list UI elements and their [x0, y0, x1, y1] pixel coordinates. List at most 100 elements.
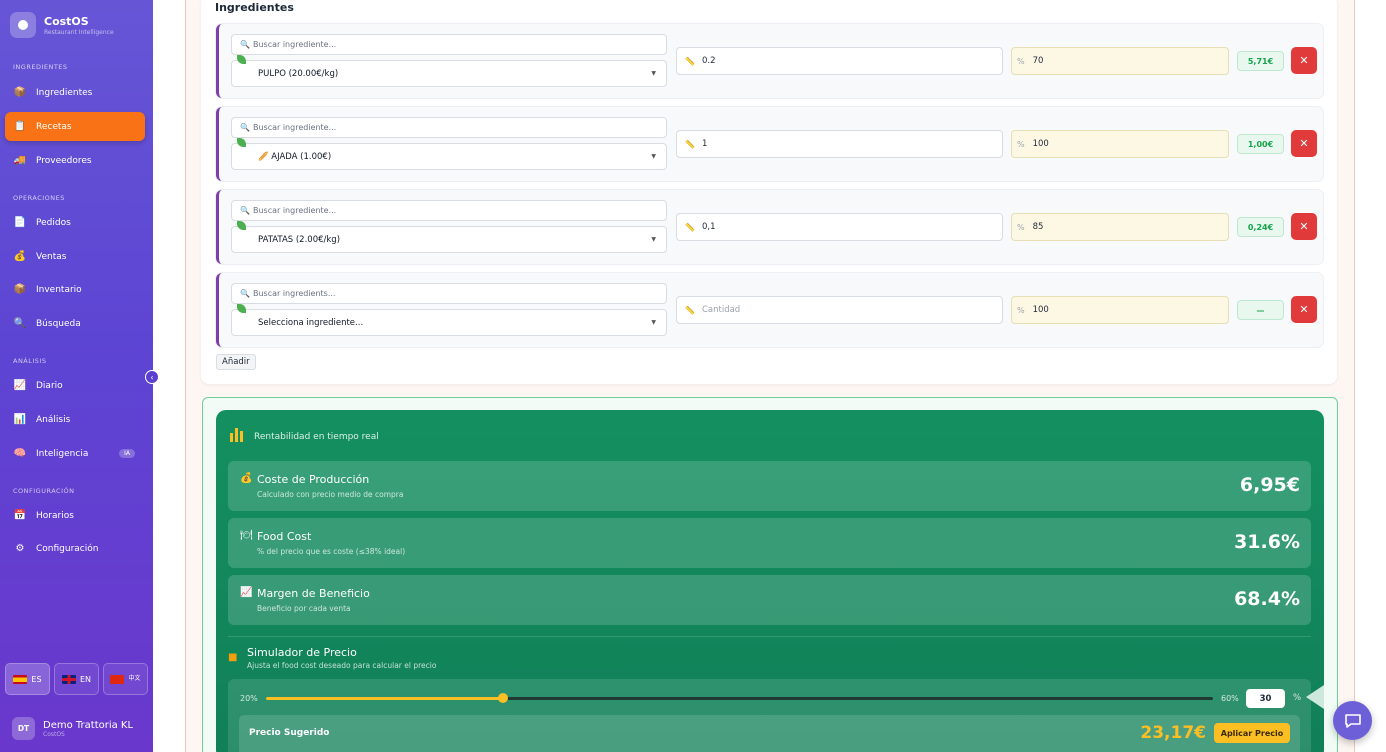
metric-label: Food Cost	[257, 530, 312, 543]
metric-value: 6,95€	[1239, 474, 1300, 496]
chat-bubble-icon	[1344, 713, 1361, 728]
ingredient-select[interactable]: Selecciona ingrediente... ▼	[231, 309, 667, 336]
ingredient-select[interactable]: PULPO (20.00€/kg) ▼	[231, 60, 667, 87]
metric-label: Margen de Beneficio	[257, 587, 370, 600]
sidebar-item-label: Pedidos	[36, 217, 71, 228]
quantity-value: 0,1	[701, 222, 716, 232]
quantity-value: 0.2	[701, 56, 716, 66]
quantity-input[interactable]: 📏 0,1	[676, 213, 1003, 241]
lang-es-button[interactable]: ES	[5, 663, 50, 695]
sidebar-item-label: Inventario	[36, 284, 82, 295]
collapse-sidebar-button[interactable]: ‹	[145, 370, 159, 384]
user-profile[interactable]: DT Demo Trattoria KL CostOS	[12, 717, 133, 740]
bar-chart-icon	[230, 426, 246, 442]
section-title-ingredientes: INGREDIENTES	[13, 63, 68, 71]
lang-zh-button[interactable]: 中文	[103, 663, 148, 695]
avatar: DT	[12, 717, 35, 740]
sidebar-item-recetas[interactable]: 📋 Recetas	[5, 112, 145, 141]
yield-percent-input[interactable]: % 70	[1011, 47, 1229, 75]
yield-percent-input[interactable]: % 100	[1011, 296, 1229, 324]
quantity-input[interactable]: 📏 1	[676, 130, 1003, 158]
remove-ingredient-button[interactable]: ✕	[1291, 296, 1317, 323]
sidebar-item-proveedores[interactable]: 🚚 Proveedores	[5, 146, 145, 175]
app-tagline: Restaurant Intelligence	[44, 28, 114, 36]
percent-icon: %	[1017, 222, 1025, 232]
sidebar-item-label: Inteligencia	[36, 448, 89, 459]
metric-profit-margin: 📈 Margen de Beneficio Beneficio por cada…	[228, 575, 1311, 625]
ingredient-row: 🔍 Buscar ingrediente... 🥖 AJADA (1.00€) ▼ …	[216, 107, 1323, 181]
ingredient-search-input[interactable]: 🔍 Buscar ingrediente...	[231, 34, 667, 55]
ingredient-search-input[interactable]: 🔍 Buscar ingrediente...	[231, 117, 667, 138]
search-icon: 🔍	[240, 123, 250, 132]
quantity-input[interactable]: 📏 0.2	[676, 47, 1003, 75]
search-icon: 🔍	[240, 40, 250, 49]
add-ingredient-button[interactable]: Añadir	[216, 354, 256, 370]
remove-ingredient-button[interactable]: ✕	[1291, 130, 1317, 157]
search-icon: 🔍	[240, 289, 250, 298]
sidebar-item-label: Diario	[36, 380, 63, 391]
remove-ingredient-button[interactable]: ✕	[1291, 47, 1317, 74]
chevron-left-icon: ‹	[150, 372, 154, 382]
main-content: Ingredientes 🔍 Buscar ingrediente... PULP…	[153, 0, 1386, 752]
profitability-card: Rentabilidad en tiempo real 💰 Coste de P…	[216, 410, 1324, 752]
remove-ingredient-button[interactable]: ✕	[1291, 213, 1317, 240]
lang-en-label: EN	[79, 674, 92, 684]
sidebar-item-busqueda[interactable]: 🔍 Búsqueda	[5, 309, 145, 338]
ingredient-search-input[interactable]: 🔍 Buscar ingredients...	[231, 283, 667, 304]
quantity-value: 1	[701, 139, 708, 149]
quantity-placeholder: Cantidad	[701, 305, 741, 315]
sidebar-item-configuracion[interactable]: ⚙ Configuración	[5, 534, 145, 563]
metric-sub: % del precio que es coste (≤38% ideal)	[257, 547, 406, 556]
metric-value: 68.4%	[1234, 588, 1300, 610]
sidebar-item-horarios[interactable]: 📅 Horarios	[5, 501, 145, 530]
simulator-sub: Ajusta el food cost deseado para calcula…	[247, 661, 437, 670]
ingredient-row: 🔍 Buscar ingredients... Selecciona ingred…	[216, 273, 1323, 347]
ingredient-search-input[interactable]: 🔍 Buscar ingrediente...	[231, 200, 667, 221]
food-cost-target-input[interactable]: 30	[1246, 689, 1285, 708]
yield-percent-input[interactable]: % 100	[1011, 130, 1229, 158]
line-cost-badge: —	[1237, 300, 1284, 320]
suggested-price-label: Precio Sugerido	[249, 728, 330, 738]
line-cost-badge: 0,24€	[1237, 217, 1284, 237]
food-cost-slider[interactable]	[266, 693, 1213, 703]
lang-es-label: ES	[31, 674, 42, 684]
sidebar-item-pedidos[interactable]: 📄 Pedidos	[5, 208, 145, 237]
sidebar-item-ingredientes[interactable]: 📦 Ingredientes	[5, 78, 145, 107]
ruler-icon: 📏	[685, 222, 695, 232]
quantity-input[interactable]: 📏 Cantidad	[676, 296, 1003, 324]
sidebar-item-label: Ventas	[36, 251, 67, 262]
percent-value: 85	[1032, 222, 1044, 232]
chart-up-icon: 📈	[13, 380, 27, 391]
sidebar-item-diario[interactable]: 📈 Diario	[5, 371, 145, 400]
sidebar-item-ventas[interactable]: 💰 Ventas	[5, 242, 145, 271]
yield-percent-input[interactable]: % 85	[1011, 213, 1229, 241]
percent-value: 100	[1032, 139, 1049, 149]
calendar-icon: 📅	[13, 510, 27, 521]
ingredient-select[interactable]: PATATAS (2.00€/kg) ▼	[231, 226, 667, 253]
sidebar-item-inteligencia[interactable]: 🧠 Inteligencia IA	[5, 439, 145, 468]
suggested-price-row: Precio Sugerido 23,17€ Aplicar Precio	[239, 715, 1300, 752]
metric-sub: Beneficio por cada venta	[257, 604, 351, 613]
metric-food-cost: 🍽 Food Cost % del precio que es coste (≤…	[228, 518, 1311, 568]
sidebar-item-analisis[interactable]: 📊 Análisis	[5, 405, 145, 434]
selected-ingredient: Selecciona ingrediente...	[258, 317, 364, 328]
metric-sub: Calculado con precio medio de compra	[257, 490, 404, 499]
ruler-icon: 📏	[685, 56, 695, 66]
money-bag-icon: 💰	[13, 251, 27, 262]
metric-value: 31.6%	[1234, 531, 1300, 553]
box-icon: 📦	[13, 87, 27, 98]
chevron-down-icon: ▼	[651, 153, 656, 160]
percent-icon: %	[1017, 305, 1025, 315]
ingredient-row: 🔍 Buscar ingrediente... PULPO (20.00€/kg)…	[216, 24, 1323, 98]
sidebar-item-inventario[interactable]: 📦 Inventario	[5, 275, 145, 304]
metric-production-cost: 💰 Coste de Producción Calculado con prec…	[228, 461, 1311, 511]
lang-en-button[interactable]: EN	[54, 663, 99, 695]
chat-button[interactable]	[1333, 701, 1372, 740]
apply-price-button[interactable]: Aplicar Precio	[1214, 723, 1290, 743]
slider-thumb[interactable]	[497, 693, 508, 703]
spain-flag-icon	[13, 674, 28, 684]
ingredient-select[interactable]: 🥖 AJADA (1.00€) ▼	[231, 143, 667, 170]
sidebar-item-label: Recetas	[36, 121, 72, 132]
brand[interactable]: CostOS Restaurant Intelligence	[10, 12, 114, 38]
percent-icon: %	[1017, 139, 1025, 149]
